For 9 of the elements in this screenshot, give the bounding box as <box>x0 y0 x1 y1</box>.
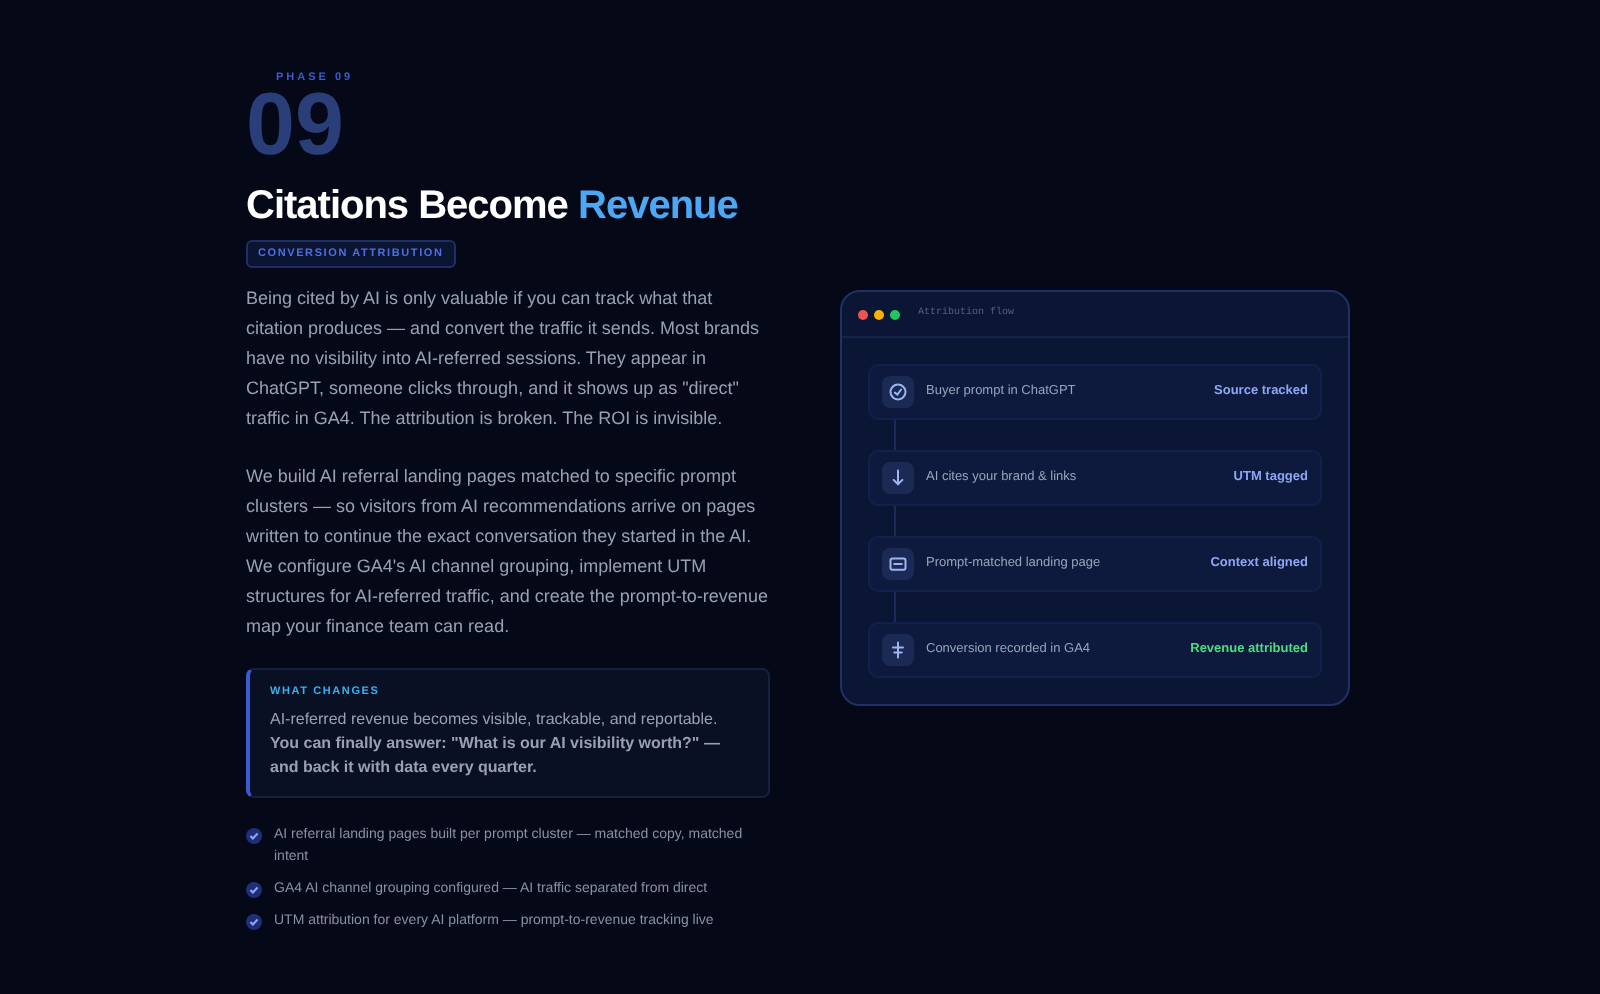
window-icon <box>882 548 914 580</box>
circle-check-icon <box>882 376 914 408</box>
body-paragraph: We build AI referral landing pages matched to specific prompt clusters — so visitors from AI recommendations arrive on pages written to continue the exact conversation they started in the AI. We configure GA4's AI channel grouping, implement UTM structures for AI-referred traffic, and create the prompt-to-revenue map your finance team can read. <box>246 464 770 641</box>
body-paragraph: Being cited by AI is only valuable if you can track what that citation produces — and convert the traffic it sends. Most brands have no visibility into AI-referred sessions. They appear in ChatGPT, someone clicks through, and it shows up as "direct" traffic in GA4. The attribution is broken. The ROI is invisible. <box>246 286 761 433</box>
callout-text: AI-referred revenue becomes visible, trackable, and reportable. You can finally answer: "What is our AI visibility worth?" — and back it with data every quarter. <box>270 707 722 779</box>
arrow-down-icon <box>882 462 914 494</box>
phase-number: 09 <box>246 82 344 170</box>
merge-icon <box>882 634 914 666</box>
section-heading: Citations Become Revenue <box>246 182 740 230</box>
